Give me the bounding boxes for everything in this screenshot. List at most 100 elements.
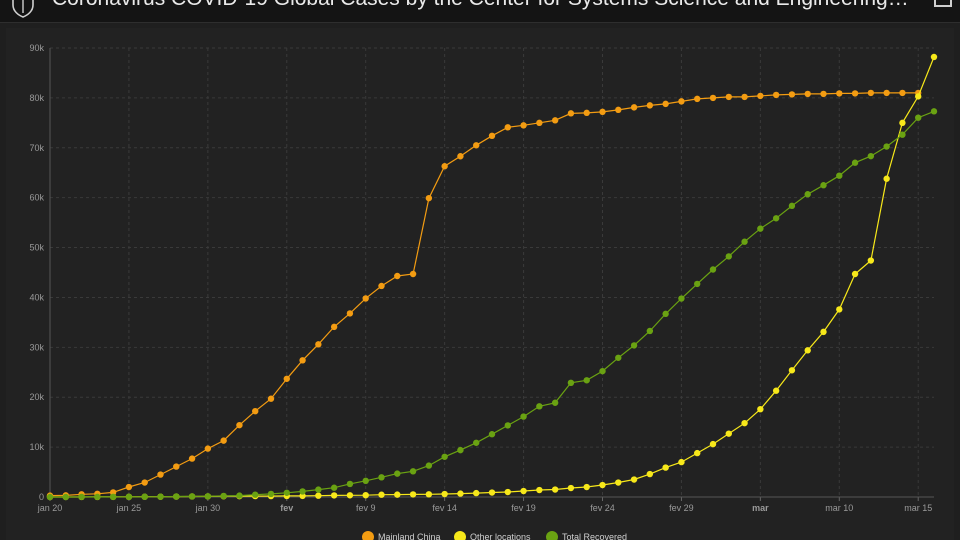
legend-item-total-recovered[interactable]: Total Recovered — [546, 531, 627, 540]
data-point[interactable] — [78, 493, 85, 501]
data-point[interactable] — [836, 90, 843, 97]
data-point[interactable] — [662, 100, 669, 108]
data-point[interactable] — [694, 280, 701, 288]
data-point[interactable] — [899, 131, 906, 138]
data-point[interactable] — [788, 91, 796, 98]
data-point[interactable] — [504, 422, 511, 429]
data-point[interactable] — [425, 462, 433, 469]
data-point[interactable] — [915, 114, 922, 121]
data-point[interactable] — [694, 449, 701, 457]
data-point[interactable] — [315, 486, 322, 493]
data-point[interactable] — [330, 492, 338, 499]
data-point[interactable] — [867, 152, 875, 160]
data-point[interactable] — [772, 215, 780, 222]
data-point[interactable] — [883, 143, 890, 150]
data-point[interactable] — [378, 474, 385, 481]
data-point[interactable] — [741, 419, 748, 427]
data-point[interactable] — [441, 490, 448, 498]
data-point[interactable] — [820, 90, 827, 98]
legend-item-mainland-china[interactable]: Mainland China — [362, 531, 441, 540]
data-point[interactable] — [125, 483, 133, 491]
data-point[interactable] — [757, 225, 764, 232]
data-point[interactable] — [757, 405, 764, 413]
data-point[interactable] — [173, 493, 180, 500]
data-point[interactable] — [520, 487, 527, 495]
data-point[interactable] — [867, 89, 875, 97]
data-point[interactable] — [109, 493, 117, 501]
data-point[interactable] — [457, 153, 464, 160]
data-point[interactable] — [725, 253, 732, 260]
data-point[interactable] — [457, 490, 464, 497]
data-point[interactable] — [788, 202, 796, 210]
data-point[interactable] — [836, 172, 843, 179]
data-point[interactable] — [409, 468, 417, 475]
data-point[interactable] — [804, 191, 811, 198]
data-point[interactable] — [630, 476, 638, 483]
data-point[interactable] — [899, 119, 906, 127]
data-point[interactable] — [772, 387, 780, 394]
legend[interactable]: Mainland China Other locations Total Recov… — [362, 531, 627, 540]
data-point[interactable] — [820, 328, 827, 336]
data-point[interactable] — [567, 110, 575, 117]
data-point[interactable] — [915, 93, 922, 100]
data-point[interactable] — [315, 492, 322, 499]
data-point[interactable] — [409, 491, 417, 498]
data-point[interactable] — [820, 182, 827, 189]
data-point[interactable] — [662, 310, 669, 318]
data-point[interactable] — [283, 489, 290, 496]
data-point[interactable] — [378, 282, 385, 290]
data-point[interactable] — [473, 142, 480, 149]
data-point[interactable] — [188, 455, 196, 462]
data-point[interactable] — [788, 367, 796, 374]
data-point[interactable] — [236, 492, 243, 499]
data-point[interactable] — [725, 430, 732, 437]
data-point[interactable] — [615, 106, 622, 114]
data-point[interactable] — [599, 108, 606, 116]
data-point[interactable] — [141, 493, 148, 500]
data-point[interactable] — [457, 446, 464, 454]
data-point[interactable] — [709, 440, 717, 448]
data-point[interactable] — [836, 306, 843, 313]
data-point[interactable] — [504, 488, 511, 496]
data-point[interactable] — [488, 489, 496, 496]
data-point[interactable] — [425, 194, 433, 202]
data-point[interactable] — [94, 493, 101, 501]
data-point[interactable] — [441, 453, 448, 460]
data-point[interactable] — [567, 379, 575, 387]
data-point[interactable] — [141, 479, 148, 486]
data-point[interactable] — [441, 163, 448, 170]
data-point[interactable] — [409, 270, 417, 278]
data-point[interactable] — [741, 93, 748, 101]
data-point[interactable] — [188, 493, 196, 500]
data-point[interactable] — [804, 90, 811, 98]
data-point[interactable] — [694, 95, 701, 103]
data-point[interactable] — [583, 377, 590, 384]
data-point[interactable] — [536, 486, 543, 494]
data-point[interactable] — [125, 493, 133, 501]
data-point[interactable] — [709, 94, 717, 102]
data-point[interactable] — [330, 323, 338, 331]
data-point[interactable] — [236, 421, 243, 429]
data-point[interactable] — [157, 493, 164, 500]
data-point[interactable] — [299, 357, 306, 364]
data-point[interactable] — [488, 132, 496, 140]
data-point[interactable] — [252, 407, 259, 415]
data-point[interactable] — [62, 493, 69, 501]
data-point[interactable] — [615, 354, 622, 361]
data-point[interactable] — [678, 98, 685, 105]
data-point[interactable] — [646, 102, 654, 109]
data-point[interactable] — [757, 92, 764, 100]
data-point[interactable] — [883, 89, 890, 97]
data-point[interactable] — [425, 491, 433, 498]
data-point[interactable] — [646, 470, 654, 478]
data-point[interactable] — [851, 270, 859, 278]
data-point[interactable] — [772, 91, 780, 99]
data-point[interactable] — [362, 477, 369, 485]
data-point[interactable] — [630, 342, 638, 349]
data-point[interactable] — [346, 480, 354, 488]
maximize-icon[interactable] — [934, 0, 952, 8]
data-point[interactable] — [394, 470, 401, 477]
data-point[interactable] — [394, 491, 401, 498]
data-point[interactable] — [662, 464, 669, 471]
data-point[interactable] — [330, 484, 338, 491]
